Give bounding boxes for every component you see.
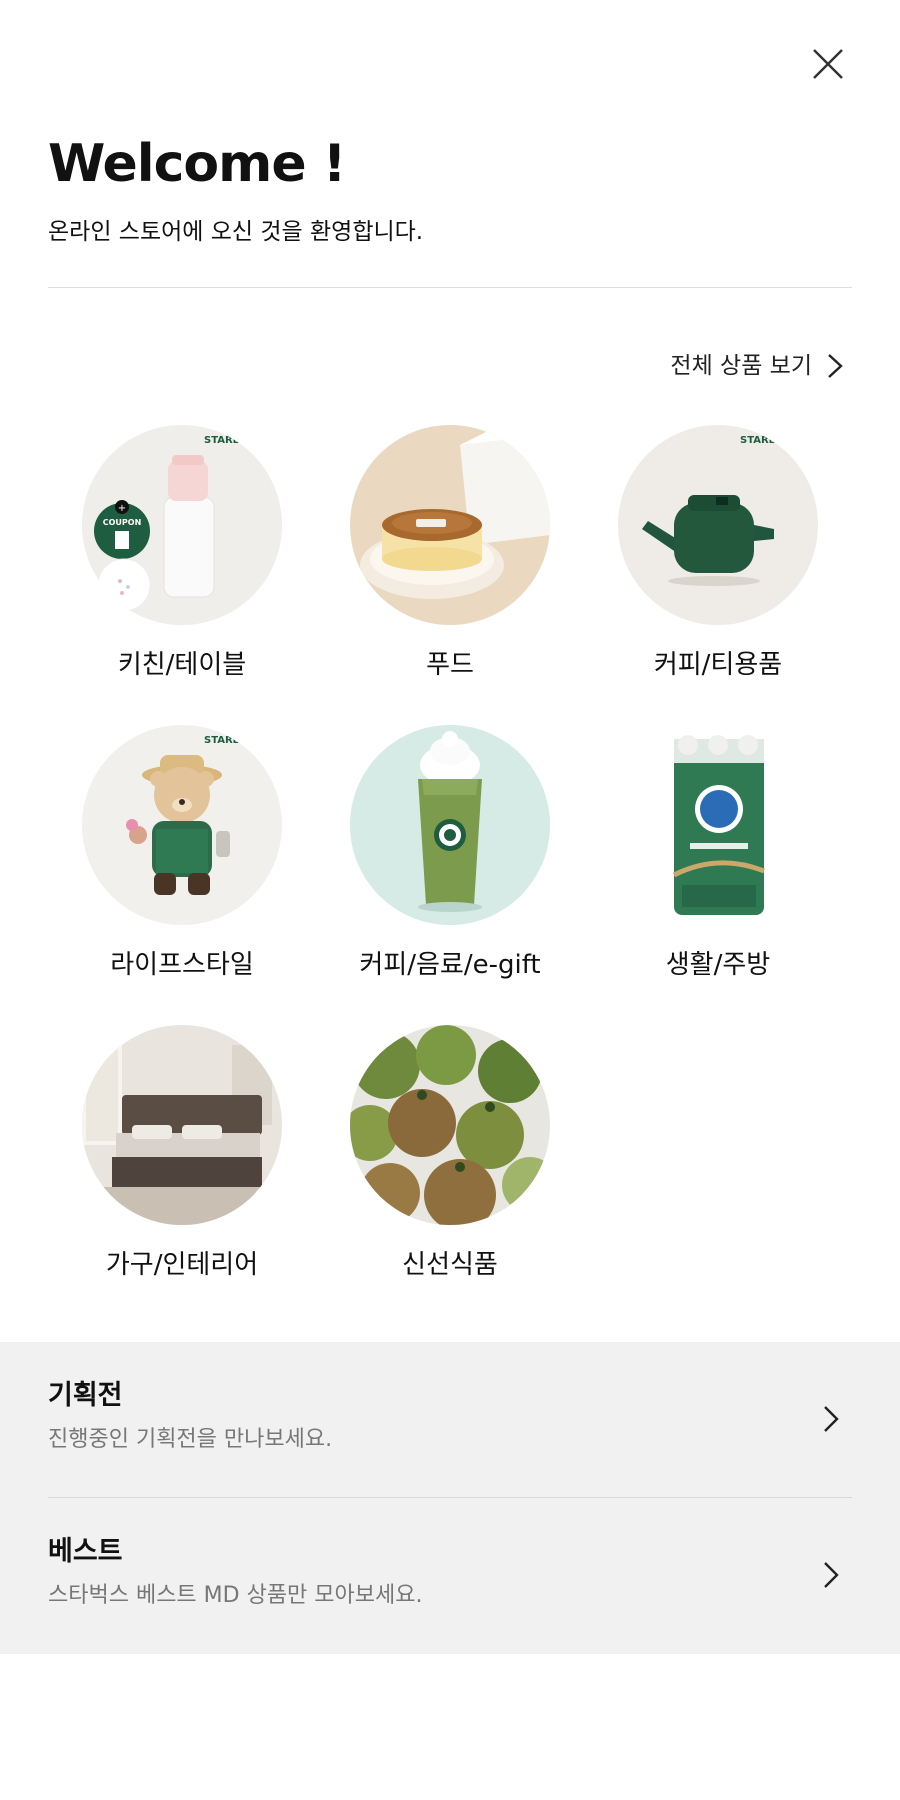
promo-row-exhibition[interactable]: 기획전 진행중인 기획전을 만나보세요. xyxy=(48,1342,852,1498)
view-all-label: 전체 상품 보기 xyxy=(670,353,812,379)
category-image-living-kitchen xyxy=(618,725,818,925)
promo-title: 기획전 xyxy=(48,1380,123,1411)
category-item-coffee-tea-goods[interactable]: STARB 커피/티용품 xyxy=(584,425,852,683)
view-all-products-link[interactable]: 전체 상품 보기 xyxy=(670,350,844,382)
category-item-living-kitchen[interactable]: 생활/주방 xyxy=(584,725,852,983)
category-label: 신선식품 xyxy=(402,1250,498,1280)
coupon-badge-text: COUPON xyxy=(103,518,142,527)
promo-row-best[interactable]: 베스트 스타벅스 베스트 MD 상품만 모아보세요. xyxy=(48,1498,852,1654)
category-item-lifestyle[interactable]: STARB 라이프스타일 xyxy=(48,725,316,983)
brand-mark: STARB xyxy=(204,435,240,446)
category-item-fresh-food[interactable]: 신선식품 xyxy=(316,1025,584,1283)
category-item-drinks-egift[interactable]: 커피/음료/e-gift xyxy=(316,725,584,983)
category-item-food[interactable]: 푸드 xyxy=(316,425,584,683)
page-subtitle: 온라인 스토어에 오신 것을 환영합니다. xyxy=(48,219,424,245)
close-icon xyxy=(813,49,843,79)
category-item-kitchen-table[interactable]: STARB + COUPON 키친/테이블 xyxy=(48,425,316,683)
category-image-furniture-interior xyxy=(82,1025,282,1225)
category-image-coffee-tea-goods: STARB xyxy=(618,425,818,625)
chevron-right-icon xyxy=(822,1404,840,1434)
chevron-right-icon xyxy=(828,354,843,378)
category-label: 푸드 xyxy=(426,650,474,680)
category-item-furniture-interior[interactable]: 가구/인테리어 xyxy=(48,1025,316,1283)
category-label: 키친/테이블 xyxy=(117,650,247,680)
category-image-lifestyle: STARB xyxy=(82,725,282,925)
category-label: 가구/인테리어 xyxy=(105,1250,259,1280)
category-image-food xyxy=(350,425,550,625)
category-grid: STARB + COUPON 키친/테이블 푸드 STARB 커피/티용품 ST… xyxy=(48,425,852,1283)
category-label: 라이프스타일 xyxy=(110,950,254,980)
promo-section: 기획전 진행중인 기획전을 만나보세요. 베스트 스타벅스 베스트 MD 상품만… xyxy=(0,1342,900,1654)
brand-mark: STARB xyxy=(740,435,776,446)
category-label: 커피/티용품 xyxy=(653,650,783,680)
category-label: 생활/주방 xyxy=(665,950,771,980)
category-image-drinks-egift xyxy=(350,725,550,925)
promo-description: 스타벅스 베스트 MD 상품만 모아보세요. xyxy=(48,1583,423,1608)
brand-mark: STARB xyxy=(204,735,240,746)
close-button[interactable] xyxy=(808,44,848,84)
category-image-kitchen-table: STARB + COUPON xyxy=(82,425,282,625)
promo-description: 진행중인 기획전을 만나보세요. xyxy=(48,1427,333,1452)
divider xyxy=(48,287,852,288)
promo-title: 베스트 xyxy=(48,1536,123,1567)
category-image-fresh-food xyxy=(350,1025,550,1225)
page-title: Welcome ! xyxy=(48,134,346,194)
svg-text:+: + xyxy=(118,503,126,514)
category-label: 커피/음료/e-gift xyxy=(359,950,541,980)
chevron-right-icon xyxy=(822,1560,840,1590)
